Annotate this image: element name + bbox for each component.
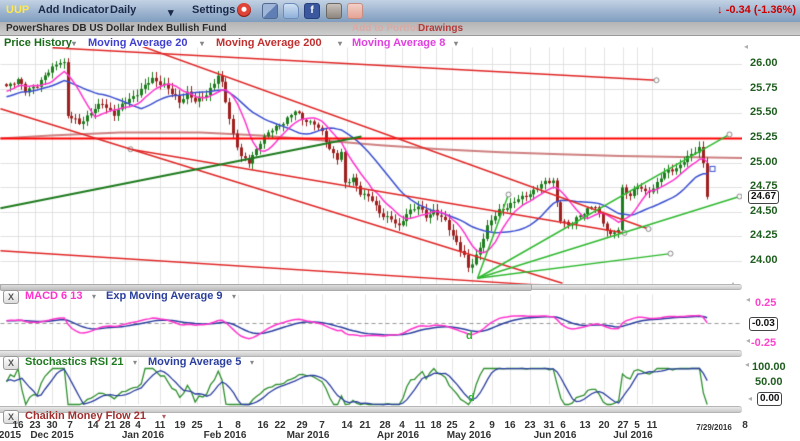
collapse-left-icon[interactable]: ◂ <box>748 394 752 403</box>
date-tick: 8 <box>742 420 748 431</box>
macd-axis-top: 0.25 <box>755 297 776 309</box>
macd-axis-bottom: -0.25 <box>751 337 776 349</box>
price-tick: 24.25 <box>750 229 778 241</box>
stoch-axis-top: 100.00 <box>752 361 786 373</box>
chevron-down-icon[interactable]: ▾ <box>168 6 174 19</box>
date-tick: 20 <box>598 420 609 431</box>
camera-icon[interactable] <box>326 3 342 19</box>
period-dropdown[interactable]: Daily <box>110 4 136 16</box>
date-tick: 16 <box>257 420 268 431</box>
month-tick: Jul 2016 <box>613 430 652 441</box>
price-tick: 24.00 <box>750 254 778 266</box>
macd-current-box: -0.03 <box>749 317 778 331</box>
symbol-label[interactable]: UUP <box>6 4 29 16</box>
price-tick: 25.50 <box>750 106 778 118</box>
date-tick: 14 <box>341 420 352 431</box>
collapse-left-icon[interactable]: ◂ <box>746 295 750 304</box>
macd-signal-label[interactable]: Exp Moving Average 9 <box>106 290 223 302</box>
stoch-axis-mid: 50.00 <box>755 376 783 388</box>
date-tick: 25 <box>191 420 202 431</box>
facebook-icon[interactable]: f <box>304 3 320 19</box>
macd-annotation-d: d <box>466 330 473 342</box>
date-tick: 14 <box>87 420 98 431</box>
add-to-portfolio-link[interactable]: Add to Portfolio <box>352 23 428 34</box>
date-tick: 16 <box>504 420 515 431</box>
date-tick: 21 <box>104 420 115 431</box>
month-tick: Mar 2016 <box>287 430 330 441</box>
down-arrow-icon: ↓ <box>717 4 723 16</box>
stoch-current-box: 0.00 <box>757 392 782 406</box>
collapse-left-icon[interactable]: ◂ <box>746 336 750 345</box>
price-tick: 25.25 <box>750 131 778 143</box>
close-stoch-button[interactable]: X <box>3 356 19 370</box>
price-chart-canvas[interactable] <box>0 47 742 285</box>
add-indicator-button[interactable]: Add Indicator <box>38 4 109 16</box>
drawings-link[interactable]: Drawings <box>418 23 463 34</box>
stoch-label[interactable]: Stochastics RSI 21 <box>25 356 123 368</box>
folder-icon[interactable] <box>283 3 299 19</box>
date-tick: 19 <box>174 420 185 431</box>
collapse-left-icon[interactable]: ◂ <box>745 360 749 369</box>
month-tick: Apr 2016 <box>377 430 419 441</box>
chevron-down-icon[interactable]: ▾ <box>250 358 254 367</box>
date-tick: 21 <box>359 420 370 431</box>
month-tick: Dec 2015 <box>30 430 73 441</box>
date-tick: 18 <box>430 420 441 431</box>
chevron-down-icon[interactable]: ▾ <box>232 292 236 301</box>
price-tick: 24.50 <box>750 205 778 217</box>
last-date-label: 7/29/2016 <box>696 423 732 432</box>
current-price-box: 24.67 <box>748 190 779 204</box>
close-macd-button[interactable]: X <box>3 290 19 304</box>
month-tick: Jun 2016 <box>534 430 577 441</box>
month-tick: May 2016 <box>447 430 491 441</box>
chevron-down-icon[interactable]: ▾ <box>92 292 96 301</box>
stoch-annotation-d: d <box>468 392 475 404</box>
collapse-left-icon[interactable]: ◂ <box>744 42 748 51</box>
month-tick: Feb 2016 <box>204 430 247 441</box>
chevron-down-icon[interactable]: ▾ <box>133 358 137 367</box>
price-change: ↓ -0.34 (-1.36%) <box>717 4 796 16</box>
price-tick: 25.75 <box>750 82 778 94</box>
hand-icon[interactable] <box>347 3 363 19</box>
toolbar: UUP Add Indicator Daily ▾ Settings f ↓ -… <box>0 0 800 23</box>
stoch-ma-label[interactable]: Moving Average 5 <box>148 356 241 368</box>
date-tick: 22 <box>274 420 285 431</box>
charting-app: UUP Add Indicator Daily ▾ Settings f ↓ -… <box>0 0 800 441</box>
fund-name: PowerShares DB US Dollar Index Bullish F… <box>6 23 227 34</box>
settings-button[interactable]: Settings <box>192 4 235 16</box>
macd-label[interactable]: MACD 6 13 <box>25 290 82 302</box>
cube-icon[interactable] <box>262 3 278 19</box>
alarm-clock-icon[interactable] <box>237 3 251 17</box>
price-tick: 26.00 <box>750 57 778 69</box>
subtitle-bar: PowerShares DB US Dollar Index Bullish F… <box>0 22 800 36</box>
date-tick: 13 <box>579 420 590 431</box>
price-tick: 25.00 <box>750 156 778 168</box>
month-tick: Jan 2016 <box>122 430 164 441</box>
month-tick: 2015 <box>0 430 21 441</box>
